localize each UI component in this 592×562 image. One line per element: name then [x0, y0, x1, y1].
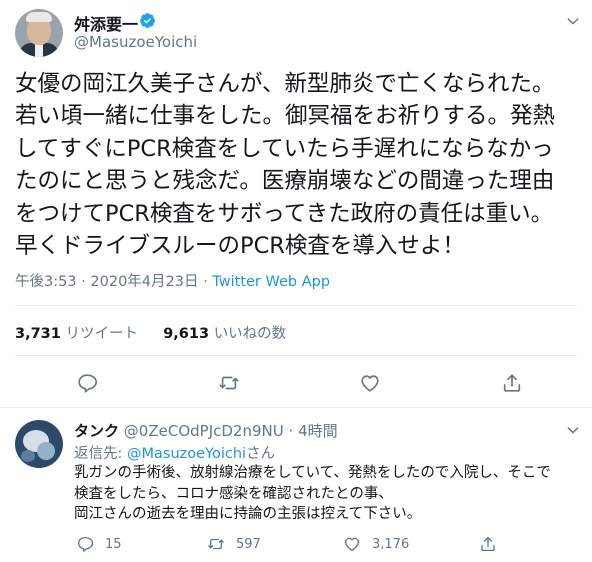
main-tweet: 舛添要一 @MasuzoeYoichi 女優の岡江久美子さんが、新型肺炎で亡くな…	[0, 0, 592, 408]
reply-count: 15	[105, 536, 122, 552]
tweet-stats: 3,731 リツイート 9,613 いいねの数	[15, 322, 286, 343]
tweet-text-line: をつけてPCR検査をサボってきた政府の責任は重い。	[15, 200, 554, 227]
tweet-date[interactable]: 2020年4月23日	[90, 274, 198, 290]
share-icon	[481, 536, 495, 552]
reply-text-line: 岡江さんの逝去を理由に持論の主張は控えて下さい。	[74, 506, 422, 522]
mention-link[interactable]: @MasuzoeYoichi	[127, 446, 246, 462]
retweet-count: 597	[236, 536, 261, 552]
reply-header: タンク @0ZeCOdPJcD2n9NU · 4時間	[74, 420, 338, 441]
likes-label: いいねの数	[213, 326, 287, 342]
retweet-icon[interactable]	[218, 372, 240, 394]
reply-text-line: 検査をしたら、コロナ感染を確認されたとの事、	[74, 485, 393, 502]
share-icon[interactable]	[501, 372, 523, 394]
retweet-icon	[208, 538, 224, 550]
retweet-action[interactable]: 597	[207, 535, 261, 553]
reply-author-name[interactable]: タンク	[74, 422, 119, 440]
author-display-name[interactable]: 舛添要一	[74, 11, 138, 35]
retweets-count: 3,731	[15, 326, 61, 342]
reply-text: 乳ガンの手術後、放射線治療をしていて、発熱をしたので入院し、そこで 検査をしたら…	[74, 463, 584, 525]
tweet-time[interactable]: 午後3:53	[15, 274, 77, 290]
author-handle[interactable]: @MasuzoeYoichi	[74, 33, 197, 51]
tweet-text-line: 若い頃一緒に仕事をした。御冥福をお祈りする。発熱	[15, 103, 556, 130]
reply-text-line: 乳ガンの手術後、放射線治療をしていて、発熱をしたので入院し、そこで	[74, 465, 551, 481]
replying-to: 返信先: @MasuzoeYoichiさん	[74, 442, 275, 463]
replying-prefix: 返信先:	[74, 446, 127, 462]
retweets-stat[interactable]: 3,731 リツイート	[15, 326, 143, 342]
verified-badge-icon	[140, 13, 155, 28]
likes-stat[interactable]: 9,613 いいねの数	[163, 326, 286, 342]
likes-count: 9,613	[163, 326, 210, 342]
retweets-label: リツイート	[65, 326, 138, 342]
tweet-text-line: してすぐにPCR検査をしていたら手遅れにならなかっ	[15, 135, 554, 162]
tweet-text-line: たのにと思うと残念だ。医療崩壊などの間違った理由	[15, 168, 555, 195]
like-action[interactable]: 3,176	[343, 535, 409, 553]
reply-icon	[77, 536, 94, 552]
tweet-text-line: 早くドライブスルーのPCR検査を導入せよ！	[15, 232, 465, 259]
share-action[interactable]	[479, 535, 497, 553]
avatar[interactable]	[15, 420, 63, 468]
heart-icon	[344, 537, 360, 552]
like-count: 3,176	[372, 536, 410, 552]
source-app-link[interactable]: Twitter Web App	[212, 274, 330, 290]
reply-author-handle[interactable]: @0ZeCOdPJcD2n9NU	[124, 422, 284, 440]
tweet-text: 女優の岡江久美子さんが、新型肺炎で亡くなられた。 若い頃一緒に仕事をした。御冥福…	[15, 68, 585, 262]
meta-separator: ·	[203, 274, 208, 290]
meta-separator: ·	[288, 422, 294, 440]
reply-tweet[interactable]: タンク @0ZeCOdPJcD2n9NU · 4時間 返信先: @Masuzoe…	[0, 408, 592, 562]
tweet-text-line: 女優の岡江久美子さんが、新型肺炎で亡くなられた。	[15, 71, 555, 97]
reply-action[interactable]: 15	[76, 535, 122, 553]
tweet-meta: 午後3:53 · 2020年4月23日 · Twitter Web App	[15, 270, 330, 291]
divider	[15, 305, 577, 306]
heart-icon[interactable]	[359, 372, 381, 394]
reply-age[interactable]: 4時間	[298, 422, 338, 440]
chevron-down-icon[interactable]	[565, 422, 581, 438]
chevron-down-icon[interactable]	[565, 13, 581, 29]
reply-icon[interactable]	[76, 372, 98, 394]
meta-separator: ·	[81, 274, 86, 290]
divider	[15, 355, 577, 356]
avatar[interactable]	[15, 9, 63, 57]
replying-suffix: さん	[246, 446, 276, 462]
